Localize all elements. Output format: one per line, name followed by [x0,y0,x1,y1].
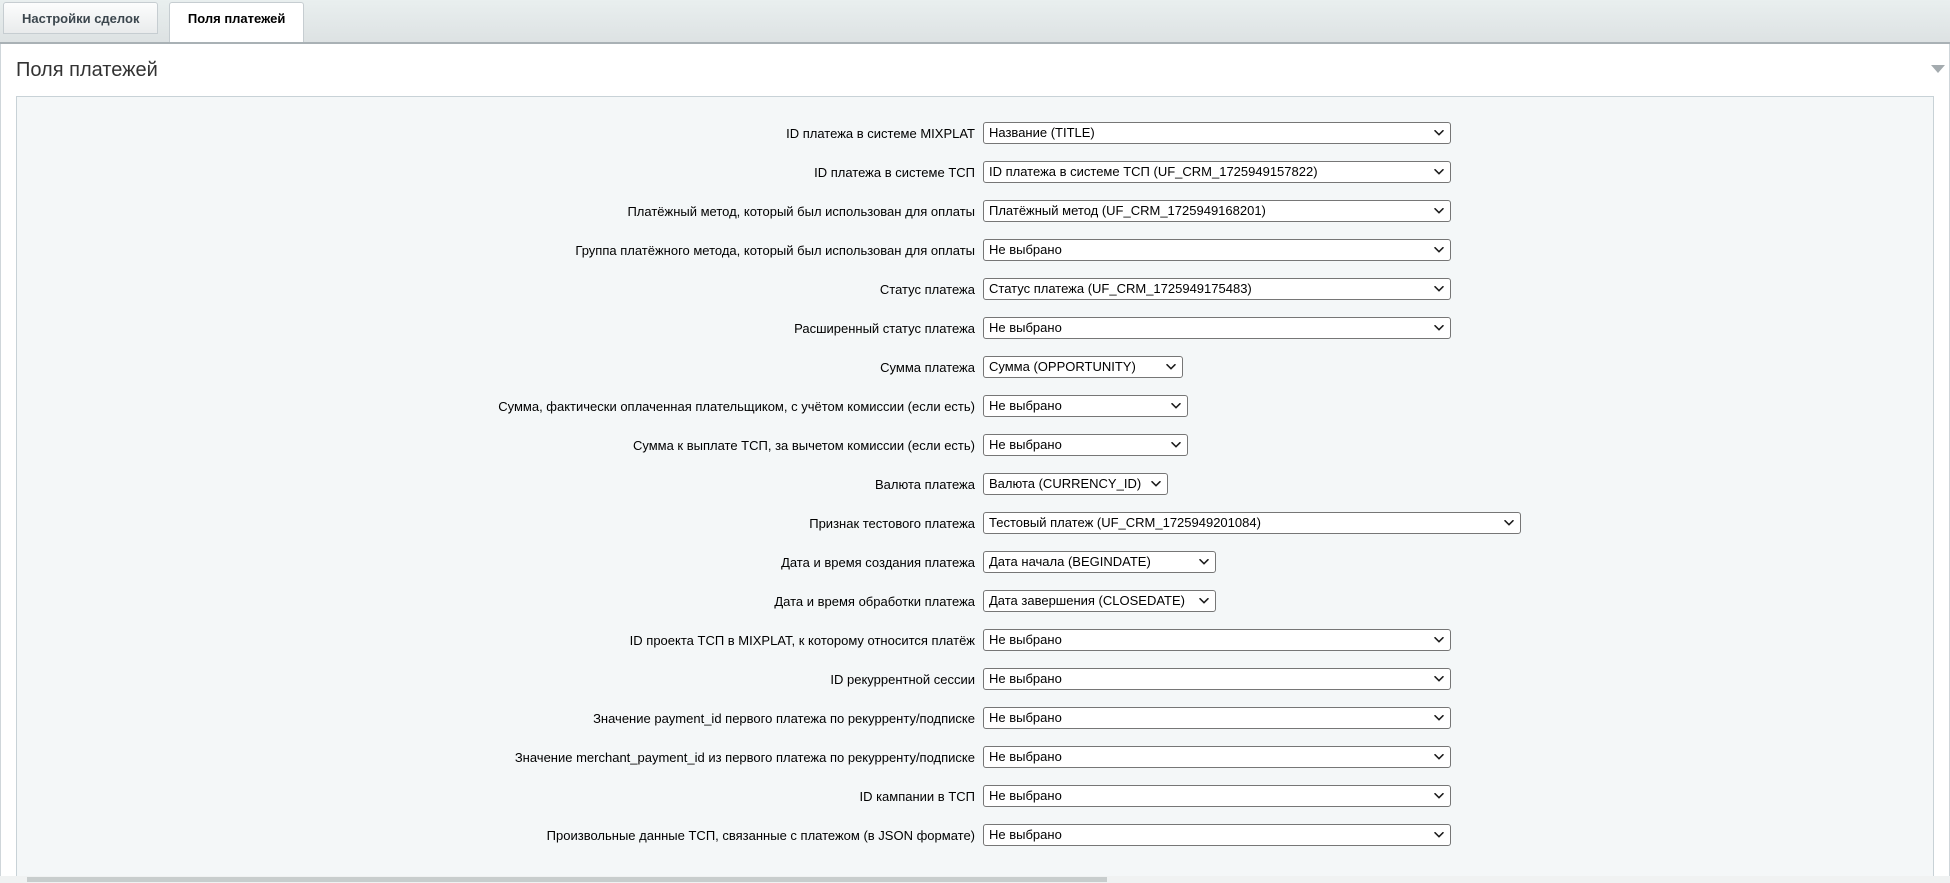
field-select[interactable]: Сумма (OPPORTUNITY) [983,356,1183,378]
field-label: Дата и время создания платежа [17,555,983,570]
field-label: ID платежа в системе MIXPLAT [17,126,983,141]
horizontal-scrollbar-thumb[interactable] [27,877,1107,882]
field-select[interactable]: Не выбрано [983,434,1188,456]
field-select-wrap: Не выбрано [983,317,1451,339]
field-select-wrap: Не выбрано [983,707,1451,729]
field-label: Расширенный статус платежа [17,321,983,336]
form-row: Дата и время обработки платежа Дата заве… [17,590,1933,612]
form-row: ID проекта ТСП в MIXPLAT, к которому отн… [17,629,1933,651]
field-select[interactable]: Статус платежа (UF_CRM_1725949175483) [983,278,1451,300]
field-select[interactable]: Дата начала (BEGINDATE) [983,551,1216,573]
field-select-wrap: Не выбрано [983,239,1451,261]
form-row: Значение merchant_payment_id из первого … [17,746,1933,768]
field-select-wrap: Тестовый платеж (UF_CRM_1725949201084) [983,512,1521,534]
tab-label: Поля платежей [188,11,285,26]
form-row: ID рекуррентной сессии Не выбрано [17,668,1933,690]
form-row: Статус платежа Статус платежа (UF_CRM_17… [17,278,1933,300]
field-label: Произвольные данные ТСП, связанные с пла… [17,828,983,843]
field-label: Статус платежа [17,282,983,297]
field-select[interactable]: Не выбрано [983,785,1451,807]
form-row: Сумма, фактически оплаченная плательщико… [17,395,1933,417]
field-select[interactable]: ID платежа в системе ТСП (UF_CRM_1725949… [983,161,1451,183]
form-row: Произвольные данные ТСП, связанные с пла… [17,824,1933,846]
field-label: Значение payment_id первого платежа по р… [17,711,983,726]
section-header: Поля платежей [16,44,1934,96]
form-row: Сумма к выплате ТСП, за вычетом комиссии… [17,434,1933,456]
field-select[interactable]: Валюта (CURRENCY_ID) [983,473,1168,495]
field-select[interactable]: Название (TITLE) [983,122,1451,144]
field-label: Значение merchant_payment_id из первого … [17,750,983,765]
field-select[interactable]: Не выбрано [983,239,1451,261]
field-select-wrap: Сумма (OPPORTUNITY) [983,356,1183,378]
field-select-wrap: Не выбрано [983,434,1188,456]
field-select[interactable]: Не выбрано [983,629,1451,651]
form-row: Дата и время создания платежа Дата начал… [17,551,1933,573]
payment-fields-panel: ID платежа в системе MIXPLAT Название (T… [16,96,1934,883]
form-row: ID кампании в ТСП Не выбрано [17,785,1933,807]
field-select[interactable]: Платёжный метод (UF_CRM_1725949168201) [983,200,1451,222]
field-label: ID рекуррентной сессии [17,672,983,687]
field-label: Признак тестового платежа [17,516,983,531]
page-body: Поля платежей ID платежа в системе MIXPL… [0,44,1950,883]
form-row: Валюта платежа Валюта (CURRENCY_ID) [17,473,1933,495]
field-label: ID кампании в ТСП [17,789,983,804]
collapse-section-icon[interactable] [1931,65,1945,73]
form-row: ID платежа в системе ТСП ID платежа в си… [17,161,1933,183]
field-label: Валюта платежа [17,477,983,492]
form-row: Признак тестового платежа Тестовый плате… [17,512,1933,534]
field-select[interactable]: Тестовый платеж (UF_CRM_1725949201084) [983,512,1521,534]
tab-payment-fields[interactable]: Поля платежей [169,2,304,42]
field-label: Сумма, фактически оплаченная плательщико… [17,399,983,414]
field-select-wrap: Статус платежа (UF_CRM_1725949175483) [983,278,1451,300]
field-select-wrap: Дата начала (BEGINDATE) [983,551,1216,573]
tab-label: Настройки сделок [22,11,139,26]
field-select[interactable]: Не выбрано [983,317,1451,339]
form-rows-container: ID платежа в системе MIXPLAT Название (T… [17,122,1933,846]
field-select-wrap: Не выбрано [983,785,1451,807]
field-select[interactable]: Не выбрано [983,746,1451,768]
field-select-wrap: Не выбрано [983,746,1451,768]
field-select[interactable]: Дата завершения (CLOSEDATE) [983,590,1216,612]
form-row: Платёжный метод, который был использован… [17,200,1933,222]
page-title: Поля платежей [16,44,1934,82]
form-row: ID платежа в системе MIXPLAT Название (T… [17,122,1933,144]
field-label: Сумма платежа [17,360,983,375]
horizontal-scrollbar [0,876,1950,883]
field-select-wrap: ID платежа в системе ТСП (UF_CRM_1725949… [983,161,1451,183]
form-row: Значение payment_id первого платежа по р… [17,707,1933,729]
field-select[interactable]: Не выбрано [983,707,1451,729]
field-select-wrap: Не выбрано [983,668,1451,690]
field-label: Платёжный метод, который был использован… [17,204,983,219]
field-label: Дата и время обработки платежа [17,594,983,609]
field-label: Группа платёжного метода, который был ис… [17,243,983,258]
field-select[interactable]: Не выбрано [983,824,1451,846]
form-row: Сумма платежа Сумма (OPPORTUNITY) [17,356,1933,378]
field-select-wrap: Не выбрано [983,395,1188,417]
field-label: ID проекта ТСП в MIXPLAT, к которому отн… [17,633,983,648]
field-select-wrap: Не выбрано [983,629,1451,651]
field-label: ID платежа в системе ТСП [17,165,983,180]
field-select-wrap: Дата завершения (CLOSEDATE) [983,590,1216,612]
tab-strip: Настройки сделок Поля платежей [0,0,1950,44]
form-row: Расширенный статус платежа Не выбрано [17,317,1933,339]
field-select-wrap: Название (TITLE) [983,122,1451,144]
form-row: Группа платёжного метода, который был ис… [17,239,1933,261]
tab-deal-settings[interactable]: Настройки сделок [3,2,158,34]
field-select-wrap: Валюта (CURRENCY_ID) [983,473,1168,495]
field-label: Сумма к выплате ТСП, за вычетом комиссии… [17,438,983,453]
field-select[interactable]: Не выбрано [983,395,1188,417]
field-select[interactable]: Не выбрано [983,668,1451,690]
field-select-wrap: Платёжный метод (UF_CRM_1725949168201) [983,200,1451,222]
field-select-wrap: Не выбрано [983,824,1451,846]
